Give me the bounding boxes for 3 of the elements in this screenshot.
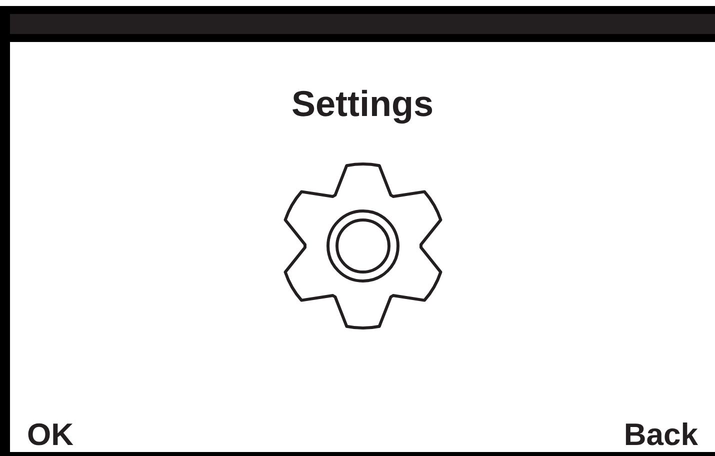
softkey-button[interactable]: Back xyxy=(624,419,698,450)
screen-title: Settings xyxy=(291,86,434,122)
softkey-button[interactable]: OK xyxy=(27,419,74,450)
